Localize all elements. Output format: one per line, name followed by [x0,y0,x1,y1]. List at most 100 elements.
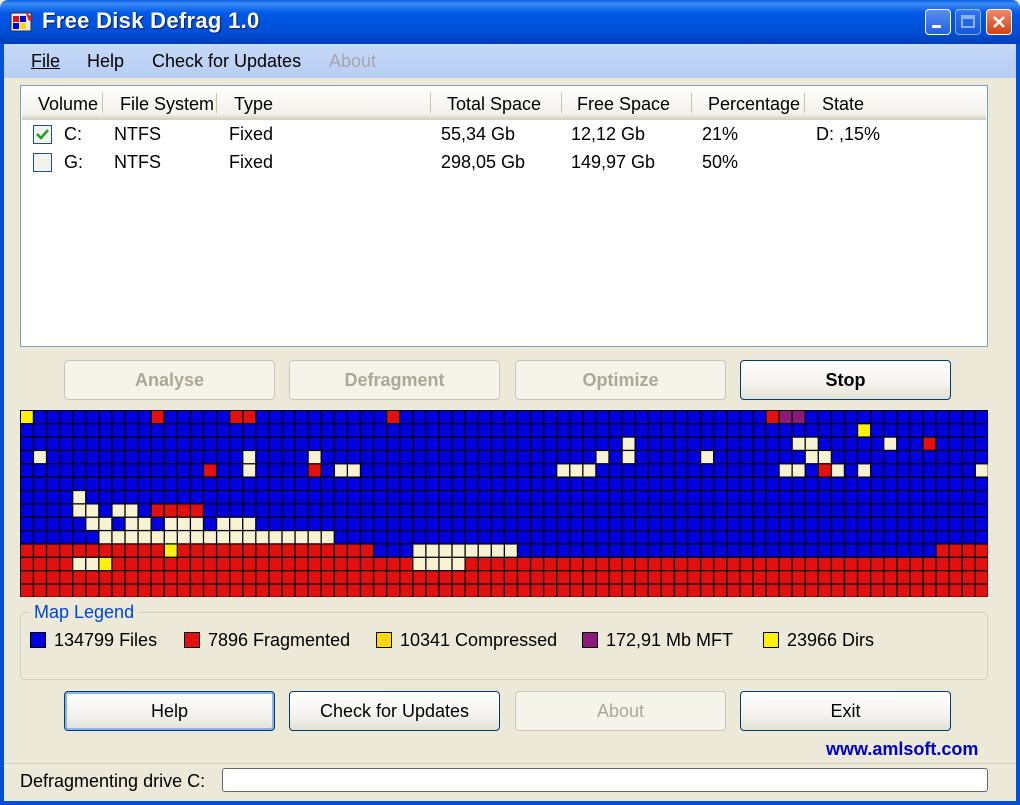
disk-cluster [177,504,190,517]
disk-cluster [413,504,426,517]
column-free-space[interactable]: Free Space [577,94,670,115]
column-total-space[interactable]: Total Space [447,94,541,115]
disk-cluster [661,451,674,464]
check-for-updates-button[interactable]: Check for Updates [289,691,500,731]
volume-list[interactable]: Volume File System Type Total Space Free… [20,85,988,347]
disk-cluster [858,584,870,597]
disk-cluster [518,464,530,477]
menu-check-for-updates[interactable]: Check for Updates [152,51,301,72]
disk-cluster [138,504,151,517]
disk-cluster [439,451,452,464]
disk-cluster [871,451,884,464]
disk-cluster [73,504,86,517]
defragment-button[interactable]: Defragment [289,360,500,400]
disk-cluster [635,437,648,450]
disk-cluster [151,451,164,464]
disk-cluster [779,451,792,464]
column-divider[interactable] [102,93,103,113]
disk-cluster [910,437,923,450]
disk-cluster [112,571,125,584]
disk-cluster [400,531,413,544]
column-divider[interactable] [804,93,805,113]
disk-cluster [478,437,491,450]
disk-cluster [688,517,700,530]
disk-cluster [531,477,543,490]
disk-cluster [949,424,962,437]
disk-cluster [648,531,661,544]
column-divider[interactable] [430,93,431,113]
volume-checkbox-g[interactable] [33,153,52,172]
disk-cluster [975,517,988,530]
disk-cluster [923,491,936,504]
stop-button[interactable]: Stop [740,360,951,400]
column-divider[interactable] [561,93,562,113]
disk-cluster [766,544,779,557]
exit-button[interactable]: Exit [740,691,951,731]
disk-cluster [413,571,426,584]
column-volume[interactable]: Volume [38,94,98,115]
disk-cluster [204,477,216,490]
disk-cluster [204,464,216,477]
disk-cluster [701,517,713,530]
disk-cluster [609,464,622,477]
column-divider[interactable] [691,93,692,113]
disk-cluster [675,544,687,557]
column-percentage[interactable]: Percentage [708,94,800,115]
volume-row-c[interactable]: C: NTFS Fixed 55,34 Gb 12,12 Gb 21% D: ,… [21,121,985,149]
disk-cluster [125,504,138,517]
website-link[interactable]: www.amlsoft.com [826,739,978,760]
disk-cluster [413,437,426,450]
disk-cluster [544,437,557,450]
help-button[interactable]: Help [64,691,275,731]
disk-cluster [151,584,164,597]
menu-about[interactable]: About [329,51,376,72]
optimize-button[interactable]: Optimize [515,360,726,400]
menu-file[interactable]: File [31,51,60,72]
disk-cluster [949,584,962,597]
disk-cluster [295,477,308,490]
disk-cluster [348,531,360,544]
title-bar[interactable]: Free Disk Defrag 1.0 [0,0,1020,44]
disk-cluster [557,411,570,424]
disk-cluster [230,531,243,544]
column-file-system[interactable]: File System [120,94,214,115]
column-type[interactable]: Type [234,94,273,115]
disk-cluster [99,504,112,517]
disk-cluster [295,437,308,450]
disk-cluster [34,531,46,544]
disk-cluster [478,424,491,437]
disk-cluster [138,451,151,464]
menu-help[interactable]: Help [87,51,124,72]
disk-cluster [269,544,282,557]
disk-cluster [99,544,112,557]
disk-cluster [21,571,33,584]
disk-cluster [779,411,792,424]
disk-cluster [727,491,740,504]
minimize-button[interactable] [925,9,951,35]
close-button[interactable] [986,9,1012,35]
disk-cluster [34,491,46,504]
column-state[interactable]: State [822,94,864,115]
disk-cluster [217,584,229,597]
disk-cluster [321,557,334,570]
disk-cluster [269,464,282,477]
volume-checkbox-c[interactable] [33,125,52,144]
disk-cluster [727,464,740,477]
disk-cluster [256,531,269,544]
about-button[interactable]: About [515,691,726,731]
disk-cluster [21,584,33,597]
disk-cluster [321,411,334,424]
maximize-button[interactable] [955,9,981,35]
disk-cluster [845,584,857,597]
disk-cluster [596,411,609,424]
disk-cluster [99,477,112,490]
disk-cluster [491,584,504,597]
disk-cluster [99,584,112,597]
disk-cluster [374,411,386,424]
analyse-button[interactable]: Analyse [64,360,275,400]
disk-cluster [452,571,465,584]
volume-row-g[interactable]: G: NTFS Fixed 298,05 Gb 149,97 Gb 50% [21,149,985,177]
disk-cluster [832,451,844,464]
disk-cluster [348,477,360,490]
column-divider[interactable] [216,93,217,113]
